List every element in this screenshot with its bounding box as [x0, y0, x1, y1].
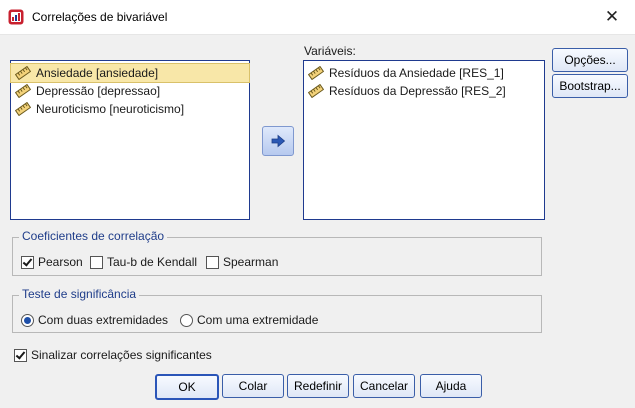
list-item[interactable]: Neuroticismo [neuroticismo]	[11, 100, 249, 118]
checkbox-box[interactable]	[21, 255, 34, 269]
reset-button-label: Redefinir	[293, 379, 343, 393]
correlation-coefficients-group: Coeficientes de correlação Pearson Tau-b…	[12, 229, 542, 276]
options-button[interactable]: Opções...	[552, 48, 628, 72]
ruler-icon	[15, 102, 31, 116]
list-item[interactable]: Resíduos da Depressão [RES_2]	[304, 82, 544, 100]
radio-circle[interactable]	[180, 313, 193, 327]
list-item-label: Depressão [depressao]	[36, 84, 161, 98]
kendall-checkbox[interactable]: Tau-b de Kendall	[90, 255, 197, 269]
paste-button-label: Colar	[238, 379, 268, 393]
window-title: Correlações de bivariável	[32, 10, 168, 24]
list-item-label: Ansiedade [ansiedade]	[36, 66, 159, 80]
flag-label: Sinalizar correlações significantes	[31, 348, 212, 362]
spearman-label: Spearman	[223, 255, 279, 269]
significance-test-group: Teste de significância Com duas extremid…	[12, 287, 542, 333]
pearson-checkbox[interactable]: Pearson	[21, 255, 83, 269]
group-title: Teste de significância	[19, 287, 140, 301]
list-item-label: Resíduos da Depressão [RES_2]	[329, 84, 506, 98]
two-tailed-radio[interactable]: Com duas extremidades	[21, 313, 168, 327]
list-item[interactable]: Resíduos da Ansiedade [RES_1]	[304, 64, 544, 82]
options-button-label: Opções...	[564, 53, 616, 67]
close-icon: ✕	[604, 7, 620, 26]
help-button-label: Ajuda	[435, 379, 467, 393]
flag-significant-checkbox[interactable]: Sinalizar correlações significantes	[14, 348, 212, 362]
list-item[interactable]: Depressão [depressao]	[11, 82, 249, 100]
move-to-variables-button[interactable]	[262, 126, 294, 156]
variables-label: Variáveis:	[304, 44, 356, 58]
arrow-right-icon	[271, 134, 286, 148]
cancel-button-label: Cancelar	[359, 379, 409, 393]
cancel-button[interactable]: Cancelar	[353, 374, 415, 398]
bootstrap-button[interactable]: Bootstrap...	[552, 74, 628, 98]
spss-app-icon	[8, 9, 24, 25]
group-title: Coeficientes de correlação	[19, 229, 168, 243]
checkbox-box[interactable]	[90, 255, 103, 269]
kendall-label: Tau-b de Kendall	[107, 255, 198, 269]
ruler-icon	[15, 84, 31, 98]
ruler-icon	[15, 66, 31, 80]
ruler-icon	[308, 66, 324, 80]
list-item-label: Neuroticismo [neuroticismo]	[36, 102, 185, 116]
list-item[interactable]: Ansiedade [ansiedade]	[10, 63, 250, 83]
ok-button-label: OK	[178, 380, 196, 394]
source-variable-list[interactable]: Ansiedade [ansiedade] Depressão [depress…	[10, 60, 250, 220]
help-button[interactable]: Ajuda	[420, 374, 482, 398]
checkbox-box[interactable]	[206, 255, 219, 269]
reset-button[interactable]: Redefinir	[287, 374, 349, 398]
two-tailed-label: Com duas extremidades	[38, 313, 169, 327]
ok-button[interactable]: OK	[155, 374, 219, 400]
checkbox-box[interactable]	[14, 348, 27, 362]
radio-circle[interactable]	[21, 313, 34, 327]
title-bar: Correlações de bivariável ✕	[0, 0, 635, 35]
one-tailed-label: Com uma extremidade	[197, 313, 319, 327]
close-button[interactable]: ✕	[589, 0, 635, 34]
bootstrap-button-label: Bootstrap...	[559, 79, 621, 93]
spearman-checkbox[interactable]: Spearman	[206, 255, 278, 269]
variables-list[interactable]: Resíduos da Ansiedade [RES_1] Resíduos d…	[303, 60, 545, 220]
ruler-icon	[308, 84, 324, 98]
one-tailed-radio[interactable]: Com uma extremidade	[180, 313, 318, 327]
pearson-label: Pearson	[38, 255, 83, 269]
list-item-label: Resíduos da Ansiedade [RES_1]	[329, 66, 504, 80]
paste-button[interactable]: Colar	[222, 374, 284, 398]
